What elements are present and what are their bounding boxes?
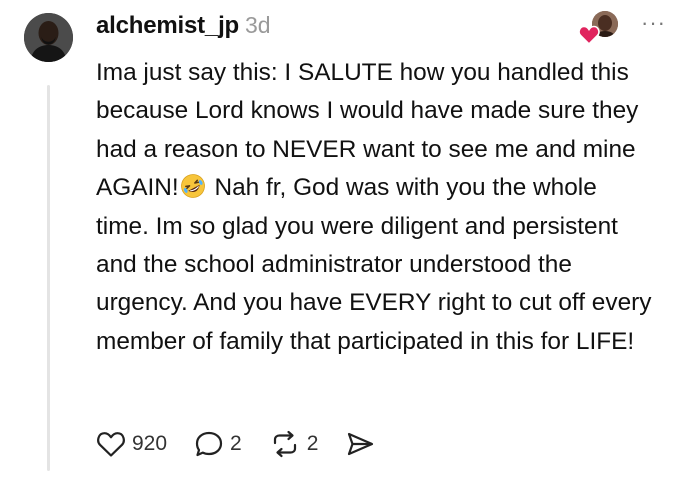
like-count: 920 [132,432,168,455]
repost-icon [273,430,296,458]
action-bar: 920 2 2 [96,427,402,461]
heart-icon [578,25,600,45]
author-liked-indicator [578,11,618,45]
share-button[interactable] [345,430,375,458]
username[interactable]: alchemist_jp [96,12,239,40]
rolling-laughing-emoji-icon [180,174,205,199]
avatar[interactable] [24,13,73,62]
comment-text-part2: Nah fr, God was with you the whole time.… [96,174,652,355]
reply-button[interactable]: 2 [194,430,242,458]
heart-outline-icon [97,432,125,457]
avatar-image [24,13,73,62]
reply-count: 2 [230,432,242,455]
more-options-icon[interactable]: ··· [641,10,666,36]
repost-count: 2 [306,432,319,455]
timestamp: 3d [245,12,271,38]
repost-button[interactable]: 2 [269,430,319,458]
comment-header: alchemist_jp 3d [96,12,271,40]
comment-text: Ima just say this: I SALUTE how you hand… [96,54,656,361]
thread-line [47,85,50,471]
like-button[interactable]: 920 [96,430,167,458]
send-icon [348,432,374,456]
comment-bubble-icon [195,431,223,457]
